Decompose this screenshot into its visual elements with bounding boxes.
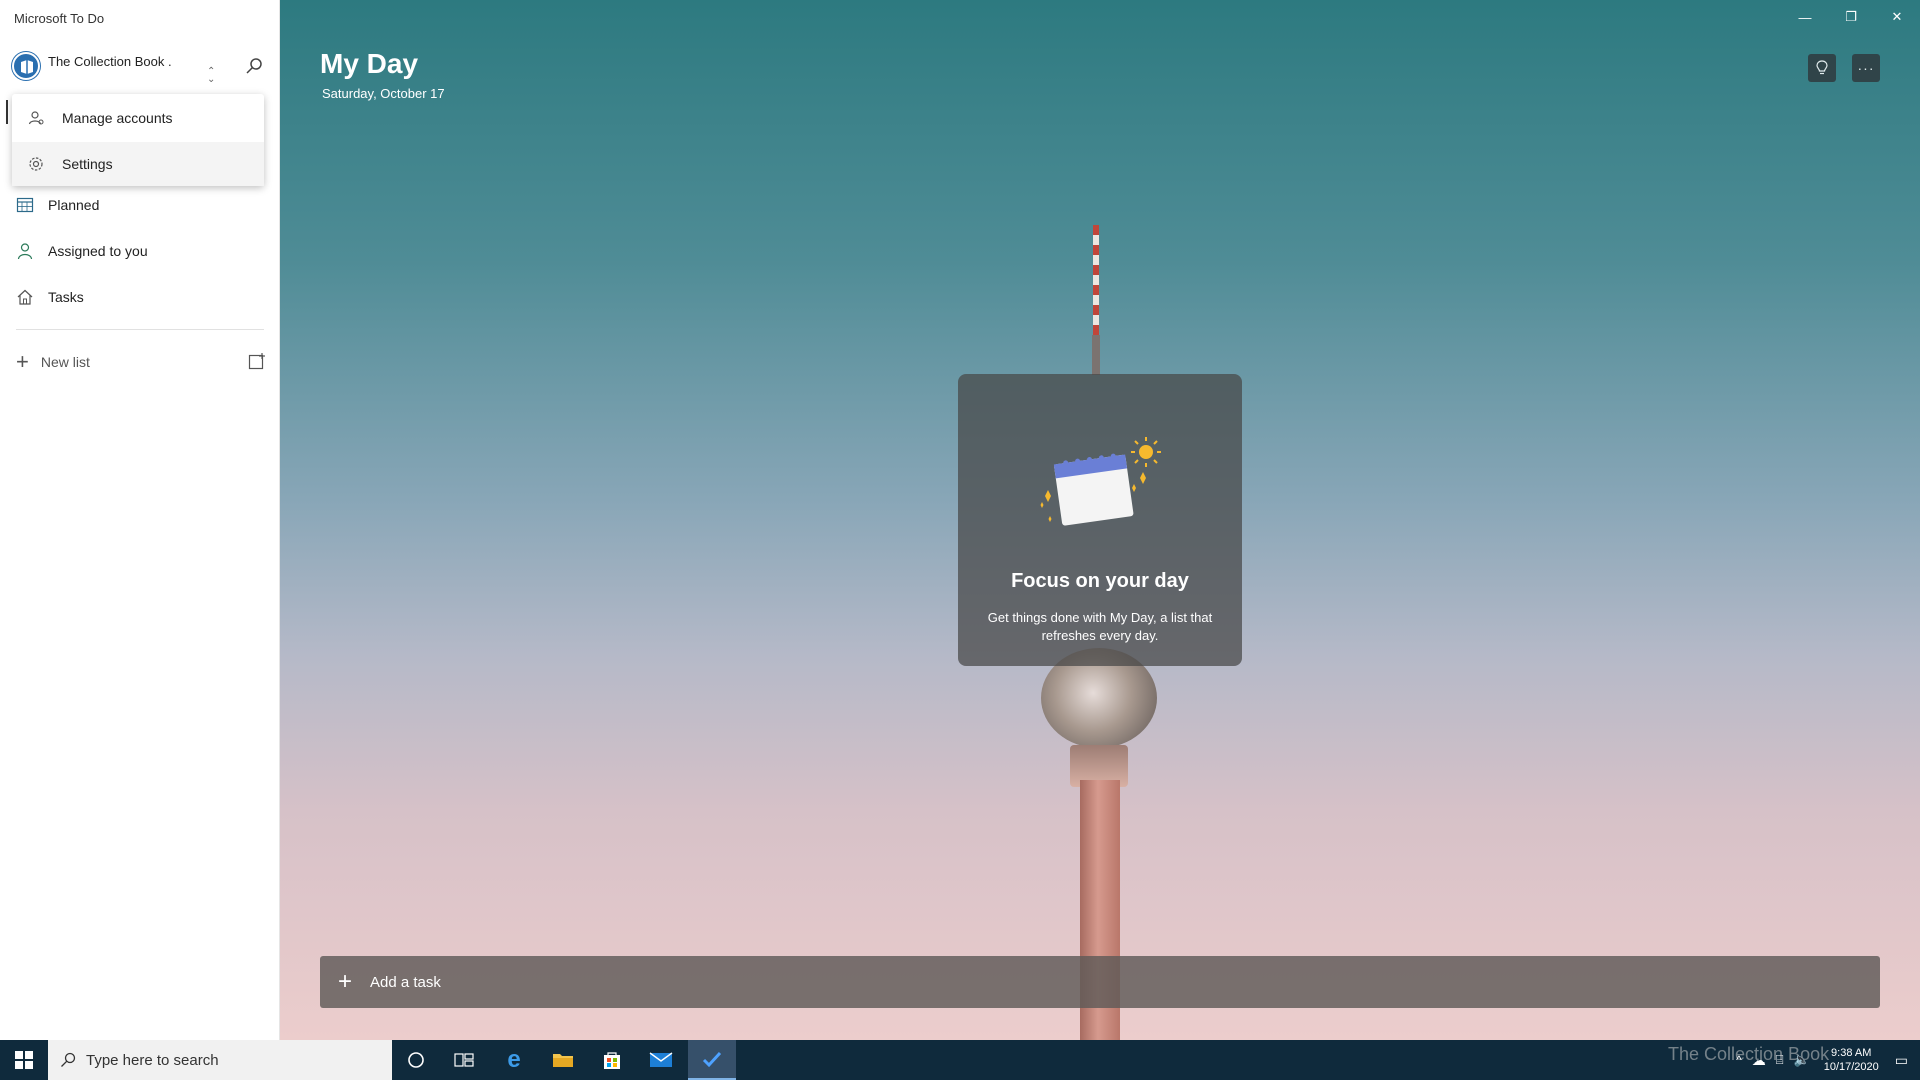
restore-icon: ❐ <box>1845 9 1857 24</box>
focus-card: Focus on your day Get things done with M… <box>958 374 1242 666</box>
new-list-label: New list <box>40 354 90 370</box>
settings-item[interactable]: Settings <box>12 142 264 186</box>
background-tower-mast-base <box>1092 335 1100 375</box>
network-icon[interactable]: ⌸ <box>1776 1052 1784 1068</box>
windows-logo-icon <box>15 1051 33 1069</box>
store-button[interactable] <box>588 1040 636 1080</box>
taskbar-search[interactable]: Type here to search <box>48 1040 392 1080</box>
new-group-icon <box>248 353 265 370</box>
window-controls: — ❐ ✕ <box>1782 4 1920 30</box>
chevron-updown-icon[interactable]: ⌃ ⌄ <box>207 67 215 85</box>
active-indicator <box>6 100 8 124</box>
system-tray: ^ ☁ ⌸ 🔈 9:38 AM 10/17/2020 ▭ <box>1736 1040 1920 1080</box>
sidebar-item-tasks[interactable]: Tasks <box>0 276 280 318</box>
manage-accounts-icon <box>28 111 44 125</box>
account-menu: Manage accounts Settings <box>12 94 264 186</box>
sidebar-item-label: Assigned to you <box>48 243 148 259</box>
close-button[interactable]: ✕ <box>1874 4 1920 30</box>
divider <box>16 329 264 330</box>
cortana-icon <box>408 1052 424 1068</box>
account-name[interactable]: The Collection Book . <box>48 54 172 69</box>
edge-icon: e <box>507 1046 521 1073</box>
settings-label: Settings <box>62 156 113 172</box>
plus-icon: + <box>16 349 29 374</box>
taskbar-search-placeholder: Type here to search <box>86 1051 219 1069</box>
close-icon: ✕ <box>1891 9 1903 24</box>
search-icon <box>246 58 262 74</box>
person-icon <box>17 243 33 260</box>
cortana-button[interactable] <box>392 1040 440 1080</box>
clock-time: 9:38 AM <box>1831 1047 1872 1059</box>
sidebar-item-planned[interactable]: Planned <box>0 184 280 226</box>
manage-accounts-item[interactable]: Manage accounts <box>12 96 264 140</box>
search-icon <box>61 1052 76 1067</box>
lightbulb-icon <box>1816 60 1828 75</box>
manage-accounts-label: Manage accounts <box>62 110 173 126</box>
edge-button[interactable]: e <box>490 1040 538 1080</box>
suggestions-button[interactable] <box>1808 54 1836 82</box>
home-icon <box>17 289 33 305</box>
book-logo-icon <box>21 60 33 74</box>
page-title: My Day <box>320 48 419 79</box>
mail-icon <box>649 1052 673 1067</box>
focus-card-title: Focus on your day <box>1011 570 1189 592</box>
more-options-button[interactable]: ··· <box>1852 54 1880 82</box>
task-view-button[interactable] <box>440 1040 488 1080</box>
todo-button[interactable] <box>688 1040 736 1080</box>
calendar-icon <box>16 197 34 213</box>
volume-icon[interactable]: 🔈 <box>1794 1052 1810 1068</box>
app-title: Microsoft To Do <box>14 11 105 26</box>
todo-check-icon <box>702 1051 722 1068</box>
sidebar-item-assigned[interactable]: Assigned to you <box>0 230 280 272</box>
sidebar-item-label: Planned <box>48 197 100 213</box>
minimize-icon: — <box>1798 9 1812 25</box>
restore-button[interactable]: ❐ <box>1828 4 1874 30</box>
ellipsis-icon: ··· <box>1857 60 1875 76</box>
gear-icon <box>29 157 43 171</box>
folder-icon <box>553 1054 573 1067</box>
store-icon <box>604 1052 620 1069</box>
sidebar: Microsoft To Do The Collection Book . ⌃ ⌄… <box>0 0 280 1040</box>
page-date: Saturday, October 17 <box>322 86 445 101</box>
add-task-placeholder: Add a task <box>370 973 441 991</box>
add-task-input[interactable]: + Add a task <box>320 956 1880 1008</box>
mail-button[interactable] <box>637 1040 685 1080</box>
avatar[interactable] <box>12 52 40 80</box>
chevron-up-icon[interactable]: ^ <box>1736 1053 1742 1067</box>
main-panel: My Day Saturday, October 17 ··· — ❐ ✕ Fo… <box>280 0 1920 1040</box>
account-switcher[interactable]: The Collection Book . ⌃ ⌄ <box>12 52 270 85</box>
calendar-sun-illustration <box>1040 437 1161 526</box>
focus-card-body: Get things done with My Day, a list that… <box>987 610 1213 643</box>
notification-icon[interactable]: ▭ <box>1895 1052 1908 1069</box>
clock-date: 10/17/2020 <box>1823 1061 1879 1073</box>
search-button[interactable] <box>244 56 268 80</box>
clock[interactable]: 9:38 AM 10/17/2020 <box>1824 1046 1879 1074</box>
onedrive-icon[interactable]: ☁ <box>1752 1052 1766 1069</box>
new-group-button[interactable] <box>248 352 266 370</box>
taskbar: Type here to search e The Collection Boo… <box>0 1040 1920 1080</box>
start-button[interactable] <box>0 1040 48 1080</box>
new-list-button[interactable]: + New list <box>0 342 280 382</box>
minimize-button[interactable]: — <box>1782 4 1828 30</box>
task-view-icon <box>454 1053 474 1067</box>
file-explorer-button[interactable] <box>539 1040 587 1080</box>
plus-icon: + <box>338 968 353 995</box>
sidebar-item-label: Tasks <box>48 289 84 305</box>
